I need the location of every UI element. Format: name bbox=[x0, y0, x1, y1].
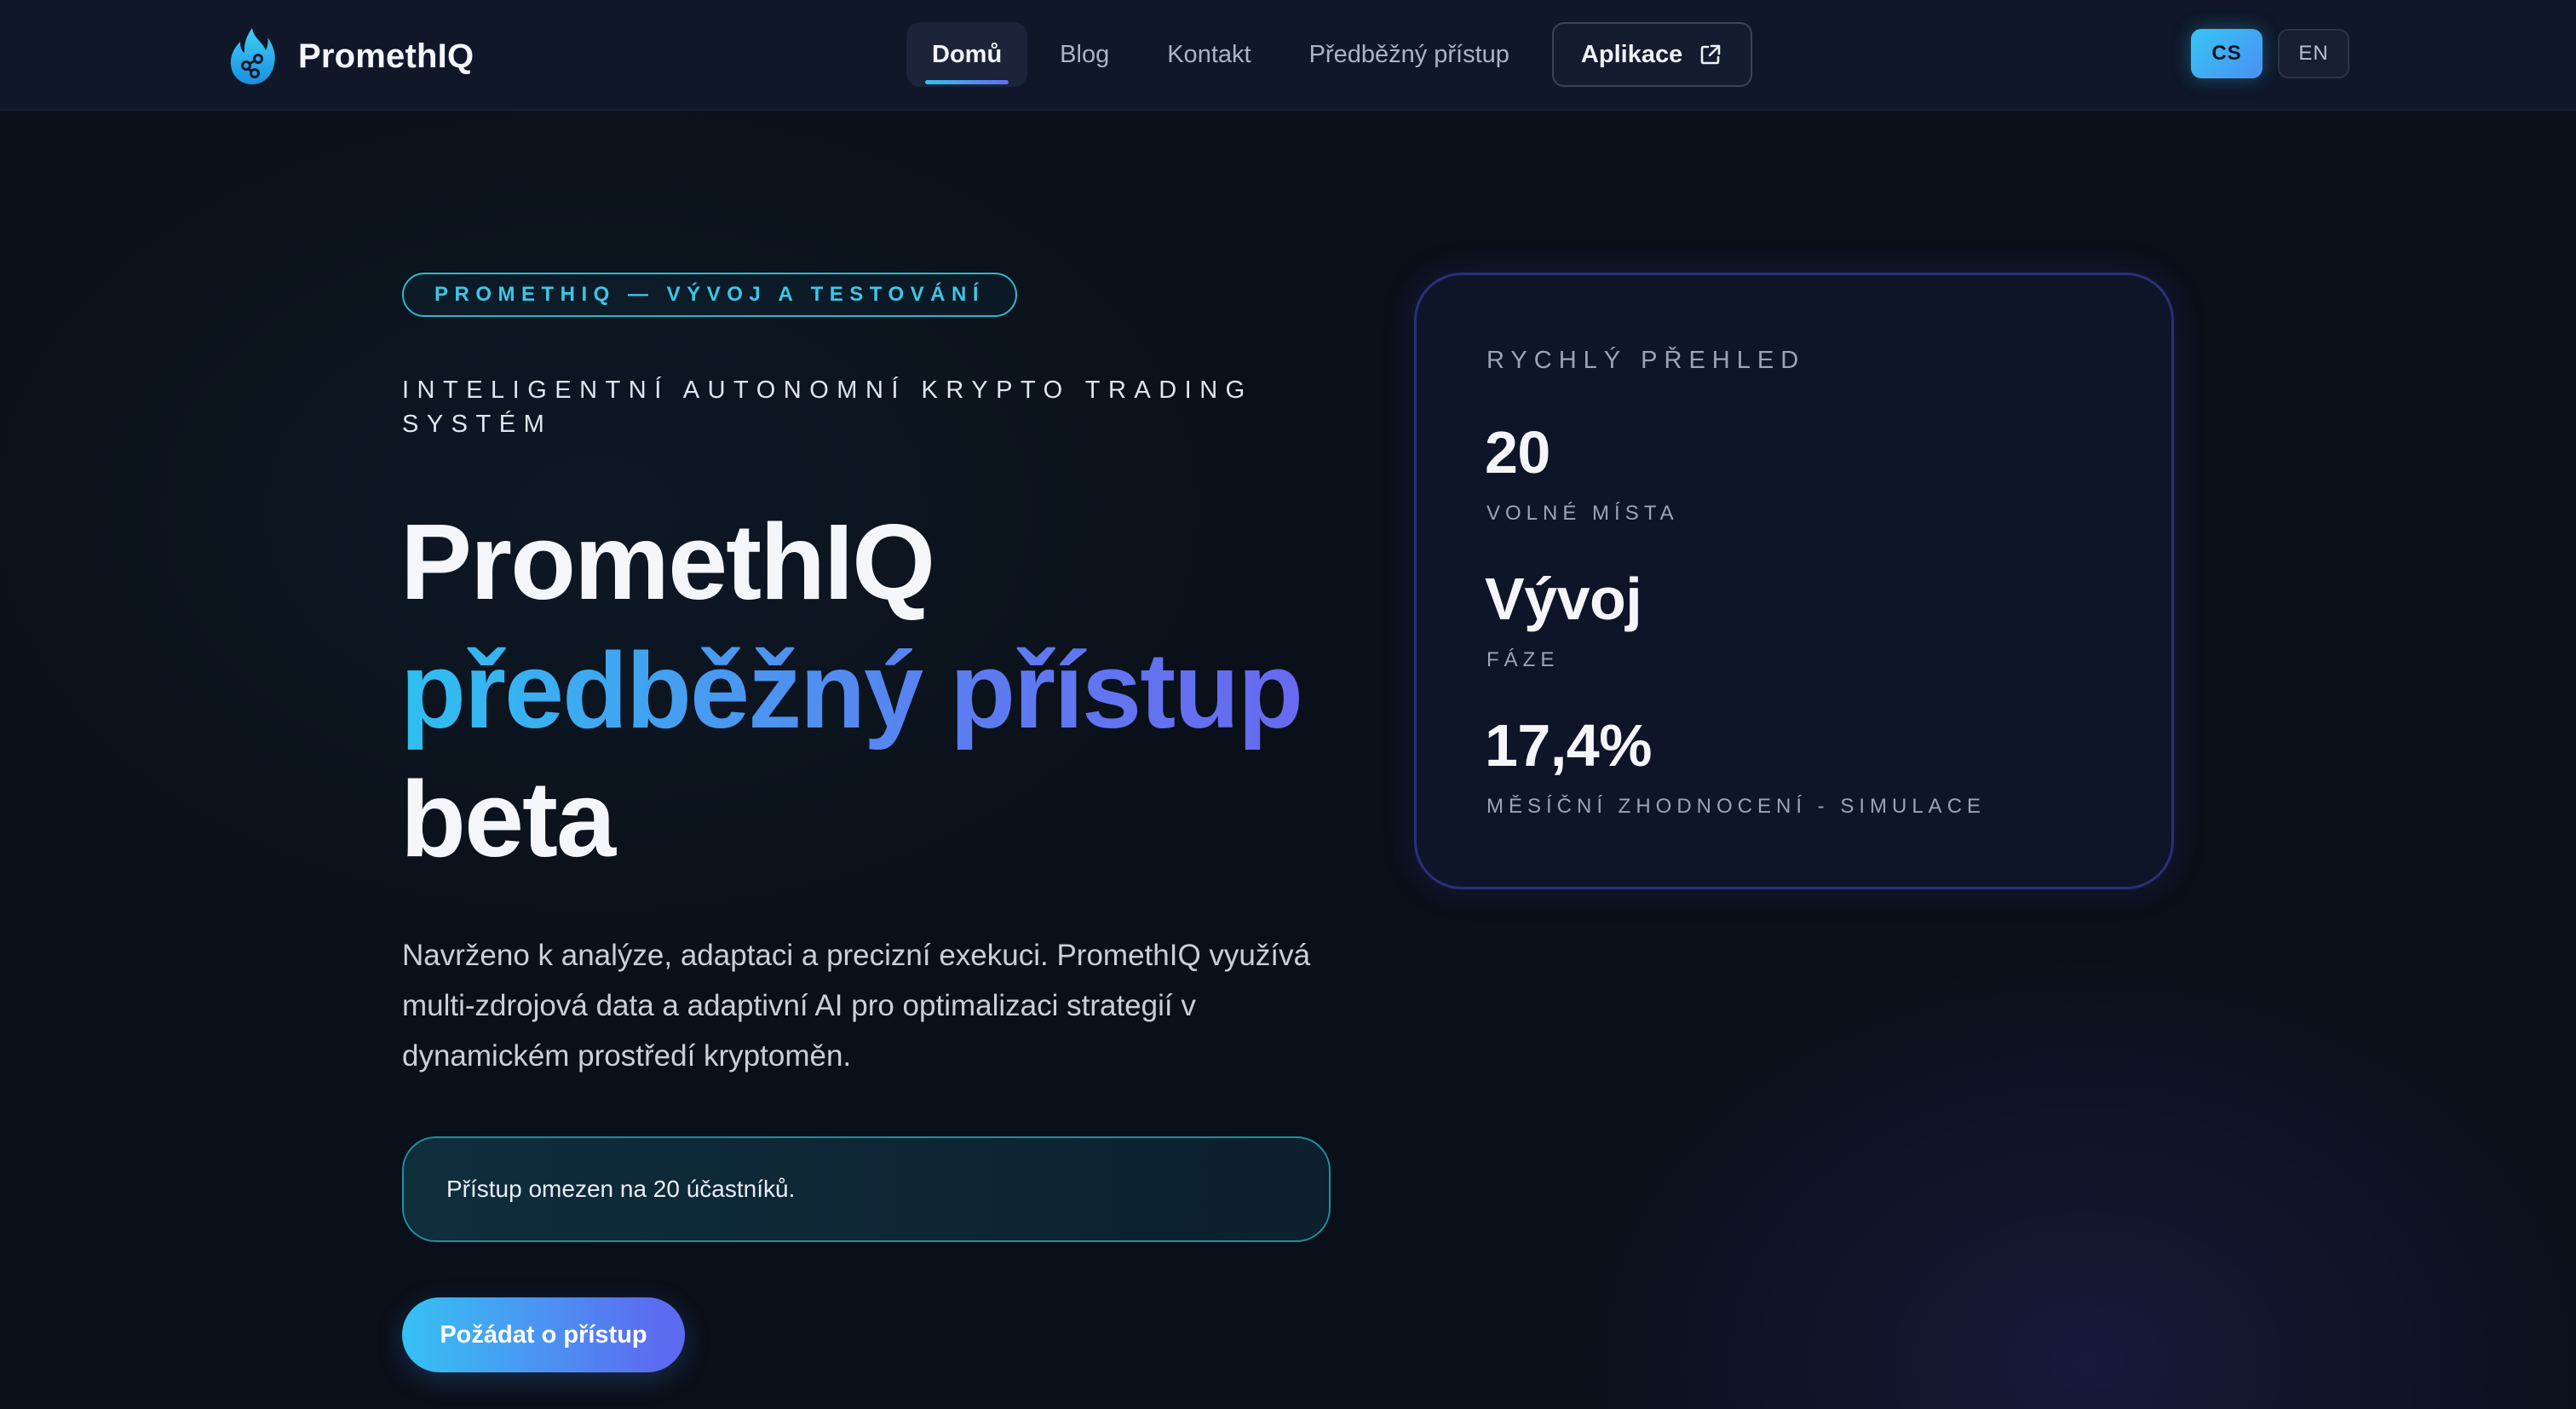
page: PromethIQ Domů Blog Kontakt Předběžný př… bbox=[0, 0, 2576, 1409]
hero-headline: PromethIQ předběžný přístup beta bbox=[400, 497, 1423, 883]
language-switcher: CS EN bbox=[2191, 29, 2349, 78]
headline-line-2: předběžný přístup bbox=[400, 626, 1423, 755]
stat-value-return: 17,4% bbox=[1485, 712, 1652, 779]
hero-description: Navrženo k analýze, adaptaci a precizní … bbox=[402, 939, 1311, 1073]
stat-value-seats: 20 bbox=[1485, 419, 1550, 486]
request-access-button[interactable]: Požádat o přístup bbox=[402, 1297, 685, 1372]
flame-logo-icon bbox=[230, 28, 275, 84]
hero-badge: PROMETHIQ — VÝVOJ A TESTOVÁNÍ bbox=[402, 273, 1018, 317]
nav-item-blog[interactable]: Blog bbox=[1034, 22, 1135, 87]
app-button-label: Aplikace bbox=[1580, 40, 1683, 68]
lang-en-button[interactable]: EN bbox=[2278, 29, 2349, 78]
overview-title: RYCHLÝ PŘEHLED bbox=[1486, 347, 1806, 374]
stat-label-phase: FÁZE bbox=[1486, 648, 1560, 671]
nav-item-contact[interactable]: Kontakt bbox=[1141, 22, 1276, 87]
stat-label-return: MĚSÍČNÍ ZHODNOCENÍ - SIMULACE bbox=[1486, 795, 1987, 818]
nav-item-home[interactable]: Domů bbox=[906, 22, 1028, 87]
app-button[interactable]: Aplikace bbox=[1551, 22, 1753, 87]
nav-item-early-access[interactable]: Předběžný přístup bbox=[1284, 22, 1535, 87]
stat-label-seats: VOLNÉ MÍSTA bbox=[1486, 502, 1679, 525]
brand-link[interactable]: PromethIQ bbox=[228, 24, 474, 89]
hero-eyebrow: INTELIGENTNÍ AUTONOMNÍ KRYPTO TRADING SY… bbox=[402, 377, 1253, 438]
brand-name: PromethIQ bbox=[298, 37, 474, 75]
headline-line-3: beta bbox=[400, 759, 616, 879]
top-nav: PromethIQ Domů Blog Kontakt Předběžný př… bbox=[0, 0, 2576, 111]
stat-value-phase: Vývoj bbox=[1485, 566, 1642, 632]
external-link-icon bbox=[1700, 44, 1721, 65]
access-notice: Přístup omezen na 20 účastníků. bbox=[402, 1136, 1331, 1242]
main-menu: Domů Blog Kontakt Předběžný přístup Apli… bbox=[906, 22, 1753, 87]
overview-card: RYCHLÝ PŘEHLED 20 VOLNÉ MÍSTA Vývoj FÁZE… bbox=[1414, 273, 2174, 889]
lang-cs-button[interactable]: CS bbox=[2191, 29, 2263, 78]
headline-line-1: PromethIQ bbox=[400, 502, 935, 622]
